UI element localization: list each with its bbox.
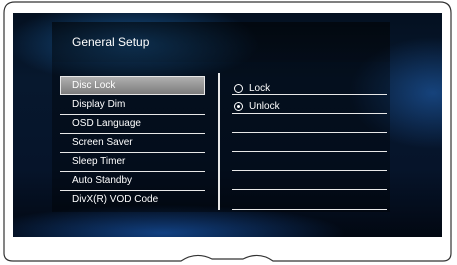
menu-item-sleep-timer[interactable]: Sleep Timer	[60, 153, 205, 172]
radio-unchecked-icon[interactable]	[234, 84, 243, 93]
option-divider	[232, 189, 387, 190]
option-divider	[232, 132, 387, 133]
option-divider	[232, 209, 387, 210]
menu-item-screen-saver[interactable]: Screen Saver	[60, 134, 205, 153]
option-divider	[232, 113, 387, 114]
menu-item-disc-lock[interactable]: Disc Lock	[60, 76, 205, 95]
menu-item-display-dim[interactable]: Display Dim	[60, 96, 205, 115]
page-title: General Setup	[72, 35, 150, 49]
radio-checked-icon[interactable]	[234, 102, 243, 111]
column-divider	[218, 73, 220, 210]
menu-item-osd-language[interactable]: OSD Language	[60, 115, 205, 134]
menu-item-divx-vod-code[interactable]: DivX(R) VOD Code	[60, 191, 205, 210]
option-divider	[232, 94, 387, 95]
option-divider	[232, 170, 387, 171]
menu-item-auto-standby[interactable]: Auto Standby	[60, 172, 205, 191]
option-divider	[232, 151, 387, 152]
